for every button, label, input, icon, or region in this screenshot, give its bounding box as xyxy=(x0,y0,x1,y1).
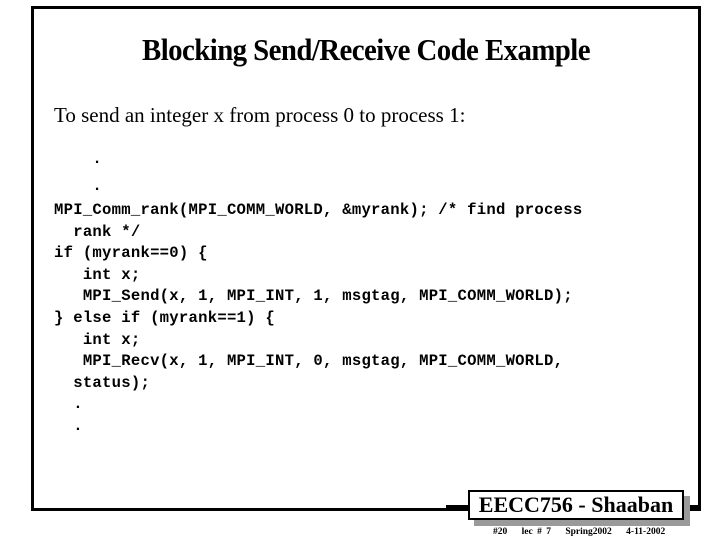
term: Spring2002 xyxy=(565,527,612,537)
slide-title: Blocking Send/Receive Code Example xyxy=(142,32,590,67)
code-ellipsis-dot: . xyxy=(54,416,83,435)
code-ellipsis-dot: . xyxy=(54,395,83,414)
code-line: MPI_Send(x, 1, MPI_INT, 1, msgtag, MPI_C… xyxy=(54,287,573,306)
code-line: int x; xyxy=(54,265,141,284)
code-line: MPI_Comm_rank(MPI_COMM_WORLD, &myrank); … xyxy=(54,201,583,219)
code-line: int x; xyxy=(54,330,141,349)
footer-meta: #20 lec # 7 Spring2002 4-11-2002 xyxy=(493,526,665,538)
code-ellipsis-dot: . xyxy=(54,150,103,168)
code-line: rank */ xyxy=(54,222,141,241)
code-block: . . MPI_Comm_rank(MPI_COMM_WORLD, &myrank… xyxy=(54,146,582,438)
footer-connector-right xyxy=(690,505,698,508)
course-badge: EECC756 - Shaaban xyxy=(468,490,690,526)
lecture-number: lec # 7 xyxy=(521,527,551,537)
code-line: MPI_Recv(x, 1, MPI_INT, 0, msgtag, MPI_C… xyxy=(54,352,564,371)
slide-number: #20 xyxy=(493,527,508,537)
code-line: } else if (myrank==1) { xyxy=(54,308,275,327)
date: 4-11-2002 xyxy=(626,527,666,537)
course-badge-label: EECC756 - Shaaban xyxy=(468,490,684,520)
code-ellipsis-dot: . xyxy=(54,177,103,195)
footer-connector-left xyxy=(446,505,468,508)
code-line: if (myrank==0) { xyxy=(54,244,208,263)
code-line: status); xyxy=(54,373,151,392)
intro-text: To send an integer x from process 0 to p… xyxy=(54,103,466,127)
